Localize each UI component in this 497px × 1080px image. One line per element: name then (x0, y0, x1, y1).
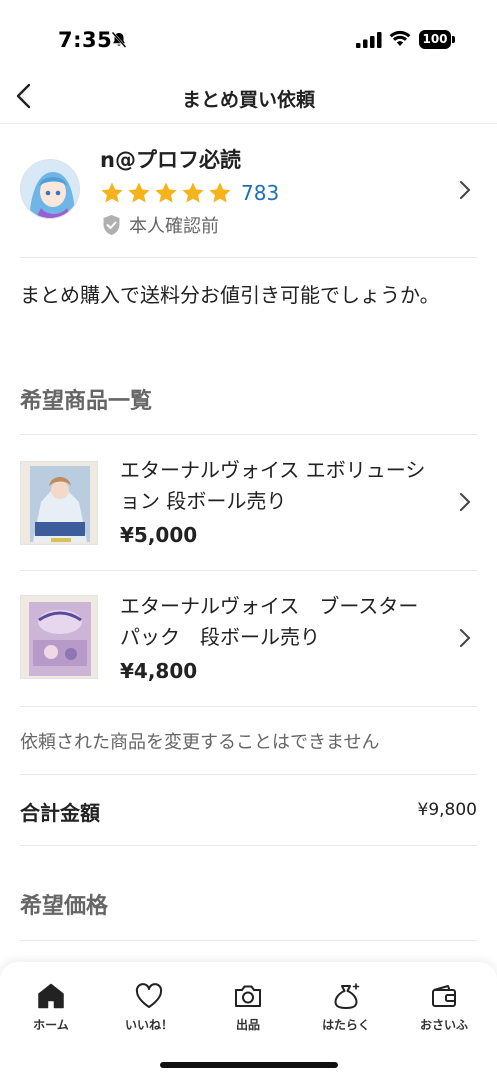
chevron-right-icon[interactable] (458, 627, 472, 649)
status-bar: 7:35 100 (0, 0, 497, 72)
status-time: 7:35 (58, 28, 113, 52)
chevron-right-icon[interactable] (458, 491, 472, 513)
divider (20, 940, 477, 941)
tab-wallet[interactable]: おさいふ (399, 982, 489, 1038)
item-image (21, 596, 97, 678)
nav-bar: まとめ買い依頼 (0, 72, 497, 124)
bell-muted-icon (111, 31, 127, 48)
home-indicator (160, 1062, 338, 1068)
heart-icon (135, 983, 163, 1008)
item-thumbnail (20, 461, 98, 545)
star-icon (155, 182, 177, 203)
star-icon (128, 182, 150, 203)
item-price: ¥5,000 (120, 523, 198, 547)
chevron-right-icon[interactable] (458, 179, 472, 201)
battery-indicator: 100 (419, 30, 455, 49)
home-icon (38, 983, 64, 1009)
verification-status: 本人確認前 (102, 212, 219, 238)
star-icon (209, 182, 231, 203)
tab-home[interactable]: ホーム (6, 982, 96, 1038)
item-name: エターナルヴォイス エボリューション 段ボール売り (120, 458, 426, 513)
seller-name: n@プロフ必読 (100, 148, 241, 172)
item-name: エターナルヴォイス ブースターパック 段ボール売り (120, 594, 419, 649)
tab-label: 出品 (235, 1018, 260, 1032)
divider (20, 774, 477, 775)
seller-profile[interactable]: n@プロフ必読 783 本人確認前 (0, 125, 497, 258)
signal-icon (356, 32, 382, 48)
avatar[interactable] (20, 159, 80, 219)
avatar-image (21, 160, 79, 218)
item-thumbnail (20, 595, 98, 679)
item-price: ¥4,800 (120, 659, 198, 683)
tab-label: ホーム (33, 1018, 69, 1032)
money-bag-icon (334, 983, 360, 1009)
total-value: ¥9,800 (417, 800, 477, 820)
wifi-icon (389, 30, 411, 46)
tab-likes[interactable]: いいね！ (104, 982, 194, 1038)
tab-sell[interactable]: 出品 (203, 982, 293, 1038)
camera-icon (235, 985, 261, 1007)
list-item[interactable]: エターナルヴォイス エボリューション 段ボール売り ¥5,000 (0, 435, 497, 570)
rating-count: 783 (241, 181, 280, 205)
page-title: まとめ買い依頼 (181, 89, 315, 111)
star-icon (182, 182, 204, 203)
tab-work[interactable]: はたらく (301, 982, 391, 1038)
divider (20, 257, 477, 258)
total-label: 合計金額 (20, 801, 100, 825)
divider (20, 706, 477, 707)
tab-label: おさいふ (419, 1018, 468, 1032)
tab-label: いいね！ (124, 1018, 173, 1032)
items-note: 依頼された商品を変更することはできません (20, 732, 380, 753)
shield-check-icon (103, 215, 120, 235)
wallet-icon (432, 985, 456, 1007)
battery-tip (452, 36, 455, 43)
item-image (21, 462, 97, 544)
request-message: まとめ購入で送料分お値引き可能でしょうか。 (20, 283, 440, 307)
desired-price-title: 希望価格 (20, 894, 109, 919)
divider (20, 845, 477, 846)
items-section-title: 希望商品一覧 (20, 389, 153, 414)
rating: 783 (100, 180, 279, 206)
verification-label: 本人確認前 (129, 216, 219, 237)
star-icon (101, 182, 123, 203)
list-item[interactable]: エターナルヴォイス ブースターパック 段ボール売り ¥4,800 (0, 571, 497, 706)
battery-level: 100 (419, 30, 451, 49)
tab-label: はたらく (322, 1018, 370, 1032)
